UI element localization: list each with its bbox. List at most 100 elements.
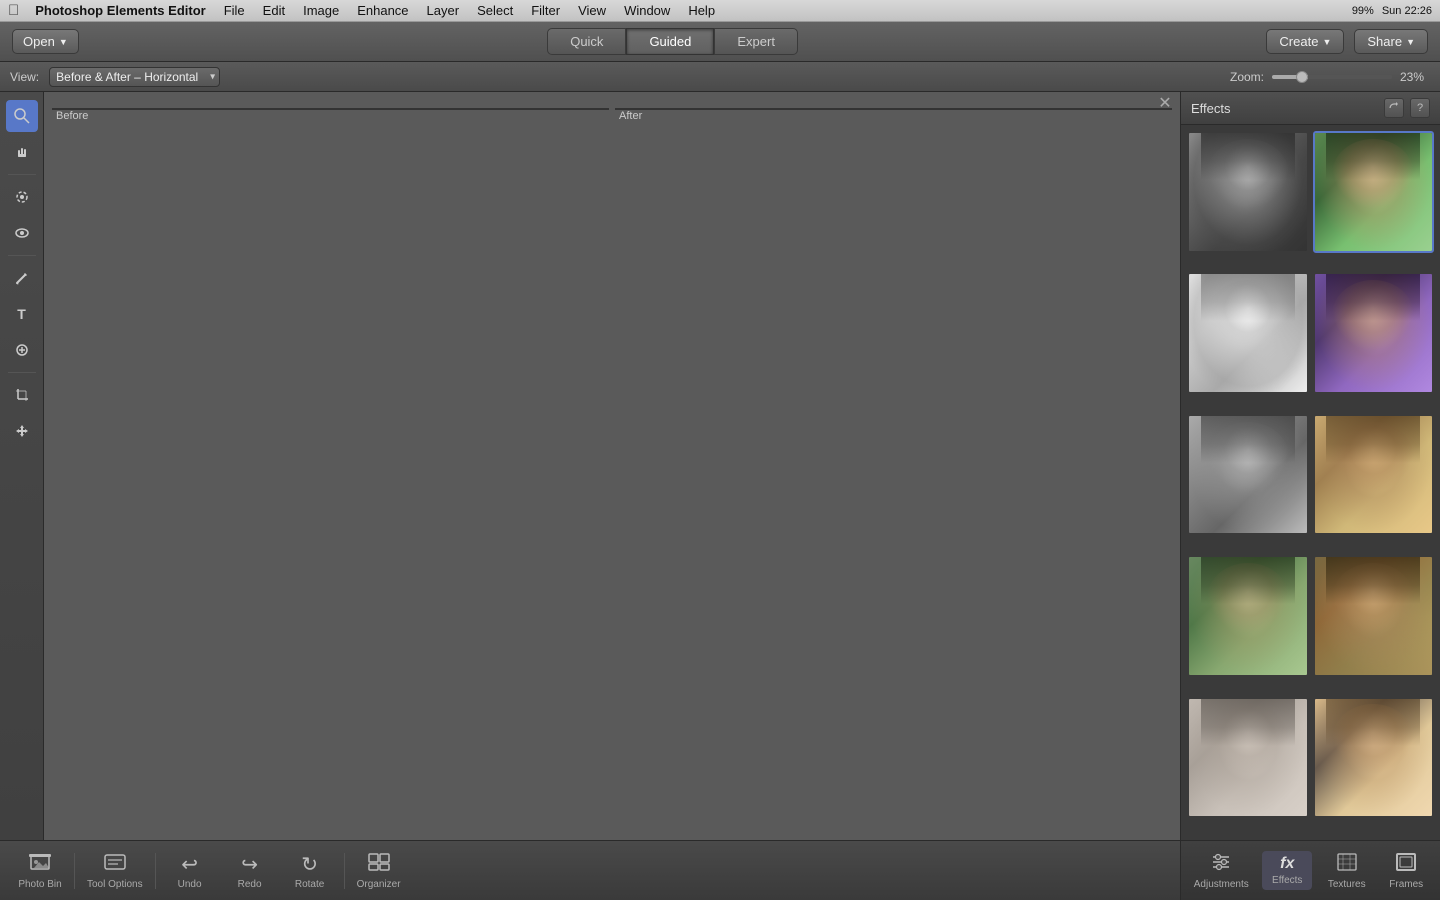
menu-view[interactable]: View — [570, 1, 614, 20]
rotate-icon: ↻ — [301, 852, 318, 877]
menu-filter[interactable]: Filter — [523, 1, 568, 20]
effect-warm-sepia-img — [1315, 699, 1433, 817]
effects-icon-refresh[interactable] — [1384, 98, 1404, 118]
hand-icon — [14, 144, 30, 160]
effect-warm-green[interactable] — [1313, 555, 1435, 677]
before-label: Before — [56, 110, 88, 122]
view-select[interactable]: Before & After – Horizontal Before & Aft… — [49, 67, 220, 87]
menu-edit[interactable]: Edit — [255, 1, 293, 20]
effect-sketch-img — [1189, 274, 1307, 392]
main-area: T ✕ Before — [0, 92, 1440, 840]
effects-bottom-bar: Adjustments fx Effects Textures — [1180, 840, 1440, 900]
tool-separator-2 — [8, 255, 36, 256]
tab-guided[interactable]: Guided — [626, 28, 714, 55]
rotate-label: Rotate — [295, 879, 324, 890]
effect-grayscale[interactable] — [1187, 131, 1309, 253]
bottom-container: Photo Bin Tool Options ↩ Undo ↪ Redo ↻ R… — [0, 840, 1440, 900]
view-label: View: — [10, 70, 39, 84]
canvas-area: ✕ Before After — [44, 92, 1180, 840]
zoom-section: Zoom: 23% — [1230, 70, 1430, 84]
effect-sketch[interactable] — [1187, 272, 1309, 394]
brush-icon — [14, 270, 30, 286]
tool-move[interactable] — [6, 415, 38, 447]
tab-quick[interactable]: Quick — [547, 28, 626, 55]
menubar-right: 99% Sun 22:26 — [1352, 5, 1432, 17]
effects-fx-button[interactable]: fx Effects — [1262, 851, 1312, 890]
redo-button[interactable]: ↪ Redo — [220, 848, 280, 894]
effect-sepia-img — [1315, 416, 1433, 534]
menu-help[interactable]: Help — [680, 1, 723, 20]
tool-separator-3 — [8, 372, 36, 373]
effect-soft-gray[interactable] — [1187, 414, 1309, 536]
before-after-container: Before After — [44, 92, 1180, 840]
photo-bin-label: Photo Bin — [18, 879, 61, 890]
textures-button[interactable]: Textures — [1322, 848, 1372, 894]
effect-green-tint[interactable] — [1187, 555, 1309, 677]
tool-zoom[interactable] — [6, 100, 38, 132]
before-image — [52, 108, 609, 110]
mode-tabs: Quick Guided Expert — [547, 28, 798, 55]
create-button[interactable]: Create ▼ — [1266, 29, 1344, 54]
redo-icon: ↪ — [241, 852, 258, 877]
battery-status: 99% — [1352, 5, 1374, 17]
effect-light-gray-img — [1189, 699, 1307, 817]
tool-text[interactable]: T — [6, 298, 38, 330]
effect-light-gray[interactable] — [1187, 697, 1309, 819]
effect-grayscale-img — [1189, 133, 1307, 251]
organizer-svg — [368, 852, 390, 872]
undo-button[interactable]: ↩ Undo — [160, 848, 220, 894]
adjustments-icon — [1210, 852, 1232, 877]
textures-icon — [1336, 852, 1358, 877]
effect-warm-sepia[interactable] — [1313, 697, 1435, 819]
open-button[interactable]: Open ▼ — [12, 29, 79, 54]
organizer-icon — [368, 852, 390, 877]
menu-image[interactable]: Image — [295, 1, 347, 20]
menu-layer[interactable]: Layer — [419, 1, 468, 20]
open-chevron-icon: ▼ — [59, 37, 68, 47]
menu-app-name[interactable]: Photoshop Elements Editor — [27, 1, 213, 20]
effects-icon-help[interactable]: ? — [1410, 98, 1430, 118]
create-chevron-icon: ▼ — [1322, 37, 1331, 47]
tool-separator-1 — [8, 174, 36, 175]
effect-sepia[interactable] — [1313, 414, 1435, 536]
effect-color-pop[interactable] — [1313, 131, 1435, 253]
effect-warm-green-img — [1315, 557, 1433, 675]
zoom-icon — [14, 108, 30, 124]
organizer-button[interactable]: Organizer — [349, 848, 409, 894]
photo-bin-button[interactable]: Photo Bin — [10, 848, 70, 894]
menu-select[interactable]: Select — [469, 1, 521, 20]
main-toolbar: Open ▼ Quick Guided Expert Create ▼ Shar… — [0, 22, 1440, 62]
zoom-slider[interactable] — [1272, 75, 1392, 79]
tool-eye[interactable] — [6, 217, 38, 249]
effects-fx-icon: fx — [1280, 855, 1294, 873]
effects-icons: ? — [1384, 98, 1430, 118]
before-panel: Before — [52, 108, 609, 832]
tool-quick-selection[interactable] — [6, 181, 38, 213]
bottom-toolbar: Photo Bin Tool Options ↩ Undo ↪ Redo ↻ R… — [0, 840, 1180, 900]
after-label: After — [619, 110, 642, 122]
effects-panel: Effects ? — [1180, 92, 1440, 840]
clock: Sun 22:26 — [1382, 5, 1432, 17]
adjustments-button[interactable]: Adjustments — [1190, 848, 1253, 894]
effects-fx-label: Effects — [1272, 875, 1302, 886]
menubar:  Photoshop Elements Editor File Edit Im… — [0, 0, 1440, 22]
textures-label: Textures — [1328, 879, 1366, 890]
menu-window[interactable]: Window — [616, 1, 678, 20]
tool-brush[interactable] — [6, 262, 38, 294]
refresh-icon — [1388, 102, 1400, 114]
tab-expert[interactable]: Expert — [714, 28, 798, 55]
rotate-button[interactable]: ↻ Rotate — [280, 848, 340, 894]
tool-crop[interactable] — [6, 379, 38, 411]
effects-header: Effects ? — [1181, 92, 1440, 125]
close-button[interactable]: ✕ — [1156, 94, 1174, 112]
tool-hand[interactable] — [6, 136, 38, 168]
share-button[interactable]: Share ▼ — [1354, 29, 1428, 54]
frames-button[interactable]: Frames — [1381, 848, 1431, 894]
effect-purple[interactable] — [1313, 272, 1435, 394]
menu-enhance[interactable]: Enhance — [349, 1, 416, 20]
open-label: Open — [23, 34, 55, 49]
menu-file[interactable]: File — [216, 1, 253, 20]
tool-spot-heal[interactable] — [6, 334, 38, 366]
after-panel: After — [615, 108, 1172, 832]
tool-options-button[interactable]: Tool Options — [79, 848, 151, 894]
